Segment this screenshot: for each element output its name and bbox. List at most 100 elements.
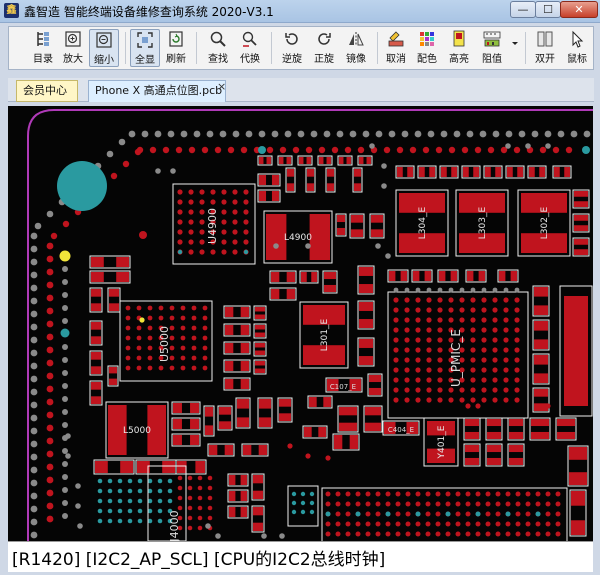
bga-ball <box>207 505 213 511</box>
bga-ball <box>503 307 509 313</box>
via-dot <box>505 511 511 517</box>
via-dot <box>205 523 211 529</box>
bga-ball <box>335 491 341 497</box>
pad <box>324 272 336 280</box>
via-dot <box>30 531 38 539</box>
bga-ball <box>437 307 443 313</box>
bga-ball <box>492 357 498 363</box>
bga-ball <box>158 305 164 311</box>
pad <box>95 461 108 473</box>
via-dot <box>62 422 68 428</box>
pcb-drawing[interactable]: U4900 L4900 L304_E L303_E L302_E U5000 L301_E U… <box>8 106 593 541</box>
bga-ball <box>197 485 203 491</box>
bga-ball <box>125 335 131 341</box>
replace-button[interactable]: 代换 <box>235 29 265 67</box>
bga-ball <box>492 307 498 313</box>
pad <box>307 169 314 177</box>
bga-ball <box>221 219 227 225</box>
cancel-button[interactable]: 取消 <box>381 29 411 67</box>
mirror-button[interactable]: 镜像 <box>341 29 371 67</box>
bga-ball <box>365 491 371 497</box>
bga-ball <box>404 397 410 403</box>
resistance-button[interactable]: 阻值 <box>477 29 507 67</box>
via-dot <box>30 466 38 474</box>
bga-ball <box>503 297 509 303</box>
tab-pcb-file[interactable]: Phone X 高通点位图.pcb × <box>88 80 226 102</box>
rotate-ccw-button[interactable]: 逆旋 <box>277 29 307 67</box>
bga-ball <box>177 495 183 501</box>
dual-open-button[interactable]: 双开 <box>530 29 560 67</box>
via-dot <box>232 130 240 138</box>
bga-ball <box>137 478 143 484</box>
refresh-button[interactable]: 刷新 <box>161 29 191 67</box>
via-dot <box>503 287 509 293</box>
resistance-dropdown[interactable] <box>509 29 521 67</box>
close-button[interactable]: ✕ <box>560 1 598 18</box>
rotate-cw-button[interactable]: 正旋 <box>309 29 339 67</box>
bga-ball <box>137 498 143 504</box>
bga-ball <box>136 325 142 331</box>
bga-ball <box>335 511 341 517</box>
pcb-canvas[interactable]: U4900 L4900 L304_E L303_E L302_E U5000 L301_E U… <box>8 106 593 541</box>
bga-ball <box>492 317 498 323</box>
pad <box>259 175 267 185</box>
bga-ball <box>495 531 501 537</box>
pad <box>509 431 523 439</box>
close-tab-icon[interactable]: × <box>217 77 226 97</box>
bga-ball <box>465 531 471 537</box>
bga-ball <box>555 521 561 527</box>
bga-ball <box>125 345 131 351</box>
via-dot <box>426 287 432 293</box>
pad <box>225 307 234 317</box>
pad <box>465 457 479 465</box>
search-button[interactable]: 查找 <box>203 29 233 67</box>
pad <box>225 325 234 335</box>
bga-ball <box>107 508 113 514</box>
via-dot <box>375 243 381 249</box>
bga-ball <box>404 307 410 313</box>
via-dot <box>46 281 54 289</box>
tab-member-center[interactable]: 会员中心 <box>16 80 78 102</box>
bga-ball <box>221 189 227 195</box>
pad <box>327 183 334 191</box>
bga-ball <box>191 315 197 321</box>
replace-label: 代换 <box>240 54 260 65</box>
bga-ball <box>127 508 133 514</box>
bga-ball <box>515 531 521 537</box>
bga-ball <box>221 199 227 205</box>
zoom-in-button[interactable]: 放大 <box>58 29 88 67</box>
via-dot <box>60 328 70 338</box>
color-scheme-button[interactable]: 配色 <box>412 29 442 67</box>
pad <box>359 302 373 311</box>
via-dot <box>513 146 521 154</box>
fit-all-button[interactable]: 全显 <box>130 29 160 67</box>
via-dot <box>396 146 404 154</box>
catalog-icon <box>37 32 49 46</box>
bga-ball <box>199 219 205 225</box>
zoom-out-button[interactable]: 缩小 <box>89 29 119 67</box>
bga-ball <box>97 508 103 514</box>
bga-ball <box>445 491 451 497</box>
via-dot <box>46 359 54 367</box>
pad <box>177 461 187 473</box>
bga-ball <box>503 357 509 363</box>
highlight-button[interactable]: 高亮 <box>444 29 474 67</box>
bga-ball <box>97 518 103 524</box>
via-dot <box>279 533 285 539</box>
bga-ball <box>485 501 491 507</box>
bga-ball <box>136 365 142 371</box>
bga-ball <box>514 337 520 343</box>
bga-ball <box>437 387 443 393</box>
via-dot <box>59 250 71 262</box>
maximize-button[interactable]: ☐ <box>535 1 561 18</box>
via-dot <box>215 533 221 539</box>
pad <box>371 215 383 223</box>
via-dot <box>525 143 531 149</box>
catalog-button[interactable]: 目录 <box>28 29 58 67</box>
bga-ball <box>188 209 194 215</box>
bga-ball <box>232 189 238 195</box>
pad <box>450 271 457 281</box>
bga-ball <box>503 347 509 353</box>
mouse-button[interactable]: 鼠标 <box>562 29 592 67</box>
minimize-button[interactable]: — <box>510 1 536 18</box>
